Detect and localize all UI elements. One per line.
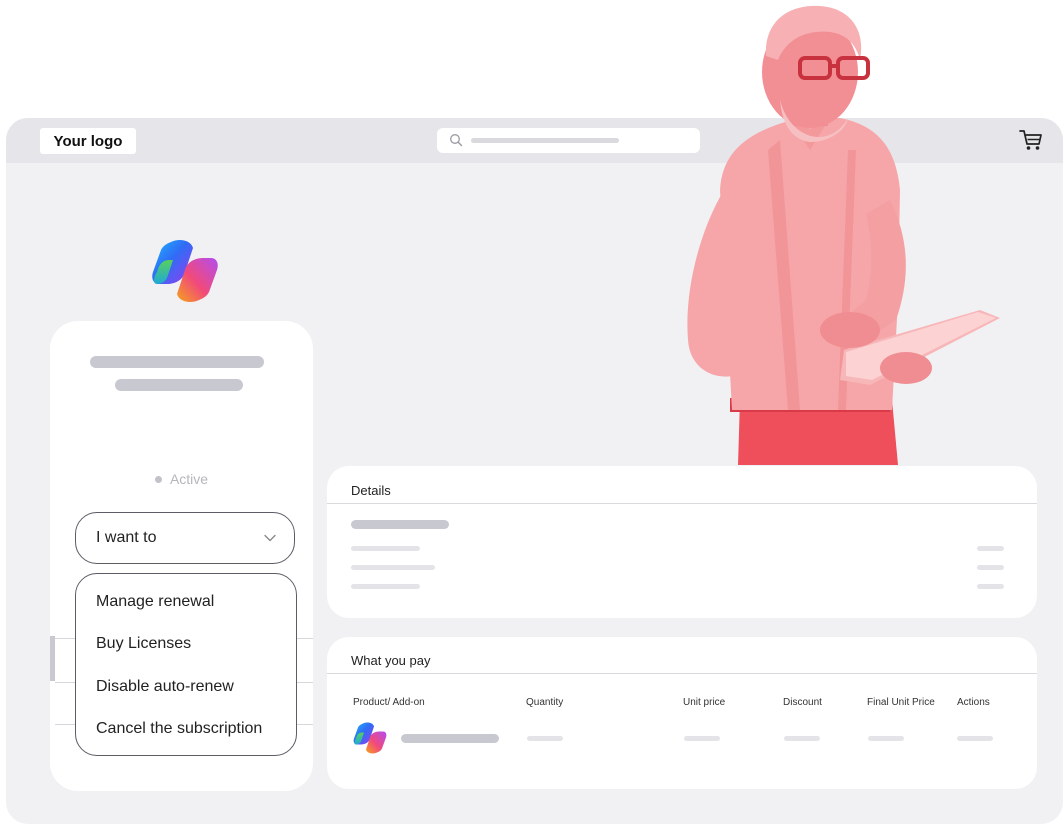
placeholder-discount bbox=[784, 736, 820, 741]
column-header-quantity: Quantity bbox=[526, 697, 564, 708]
placeholder-final-price bbox=[868, 736, 904, 741]
dropdown-label: I want to bbox=[96, 529, 157, 546]
search-placeholder-bar bbox=[471, 138, 619, 143]
placeholder-actions bbox=[957, 736, 993, 741]
placeholder-unit-price bbox=[684, 736, 720, 741]
details-title: Details bbox=[351, 483, 391, 498]
placeholder-value bbox=[977, 546, 1004, 551]
column-header-product: Product/ Add-on bbox=[353, 697, 425, 708]
what-you-pay-panel: What you pay Product/ Add-on Quantity Un… bbox=[327, 637, 1037, 789]
placeholder-value bbox=[977, 584, 1004, 589]
column-header-discount: Discount bbox=[783, 697, 822, 708]
menu-item-cancel-subscription[interactable]: Cancel the subscription bbox=[96, 720, 262, 738]
status-label: Active bbox=[169, 471, 209, 487]
placeholder-title-bar bbox=[90, 356, 264, 368]
column-header-unit-price: Unit price bbox=[683, 697, 726, 708]
search-icon bbox=[450, 134, 463, 147]
placeholder-bar bbox=[351, 520, 449, 529]
status-badge: Active bbox=[50, 471, 313, 487]
details-panel: Details bbox=[327, 466, 1037, 618]
i-want-to-dropdown[interactable]: I want to bbox=[75, 512, 295, 564]
status-dot-icon bbox=[154, 475, 162, 483]
menu-item-manage-renewal[interactable]: Manage renewal bbox=[96, 593, 214, 611]
what-you-pay-title: What you pay bbox=[351, 653, 431, 668]
placeholder-value bbox=[977, 565, 1004, 570]
hidden-tab-edge bbox=[50, 636, 55, 681]
column-header-actions: Actions bbox=[957, 697, 990, 708]
placeholder-subtitle-bar bbox=[115, 379, 243, 391]
placeholder-product-name bbox=[401, 734, 499, 743]
copilot-logo-icon bbox=[152, 240, 218, 302]
placeholder-quantity bbox=[527, 736, 563, 741]
person-with-tablet-image bbox=[687, 5, 1000, 465]
menu-item-buy-licenses[interactable]: Buy Licenses bbox=[96, 635, 191, 653]
placeholder-line bbox=[351, 546, 420, 551]
copilot-logo-icon bbox=[353, 722, 387, 754]
site-logo[interactable]: Your logo bbox=[40, 128, 136, 154]
chevron-down-icon bbox=[264, 534, 276, 542]
dropdown-menu: Manage renewal Buy Licenses Disable auto… bbox=[75, 573, 297, 756]
placeholder-line bbox=[351, 584, 420, 589]
panel-divider bbox=[327, 673, 1037, 674]
placeholder-line bbox=[351, 565, 435, 570]
column-header-final-unit-price: Final Unit Price bbox=[867, 697, 935, 708]
menu-item-disable-auto-renew[interactable]: Disable auto-renew bbox=[96, 678, 234, 696]
panel-divider bbox=[327, 503, 1037, 504]
